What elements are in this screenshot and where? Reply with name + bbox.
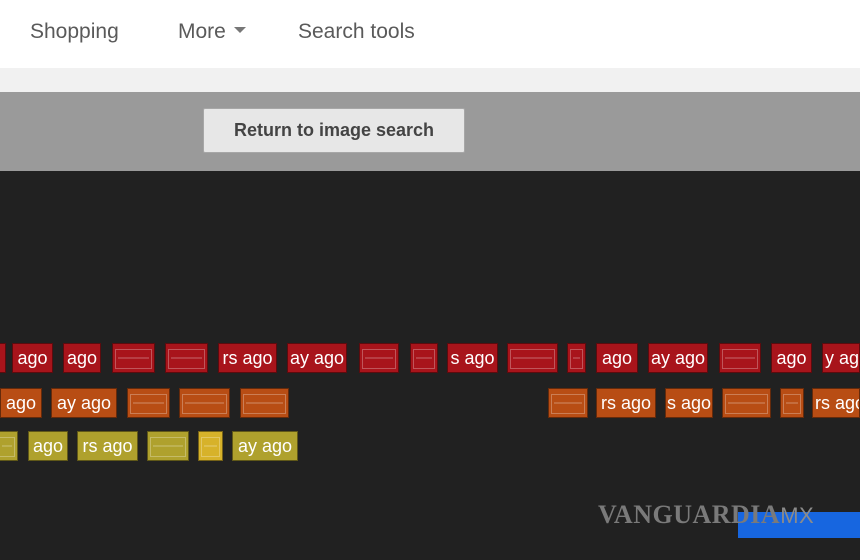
timeline-thumbnail[interactable] <box>548 388 588 418</box>
timeline-label[interactable]: ago <box>771 343 812 373</box>
timeline-label[interactable]: ay ago <box>287 343 347 373</box>
top-nav: Shopping More Search tools <box>0 0 860 68</box>
timeline-label[interactable]: ago <box>63 343 101 373</box>
watermark-logo: VANGUARDIAMX <box>598 500 814 530</box>
timeline-thumbnail[interactable] <box>127 388 170 418</box>
timeline-label[interactable]: ay ago <box>232 431 298 461</box>
timeline-label[interactable]: rs ago <box>596 388 656 418</box>
timeline-thumbnail[interactable] <box>0 431 18 461</box>
timeline-label[interactable]: rs ago <box>812 388 860 418</box>
timeline-thumbnail[interactable] <box>112 343 155 373</box>
search-tools-link[interactable]: Search tools <box>298 20 415 44</box>
timeline-thumbnail[interactable] <box>0 343 6 373</box>
watermark-suffix: MX <box>780 503 815 528</box>
tab-more-label: More <box>178 20 226 43</box>
timeline-thumbnail[interactable] <box>722 388 771 418</box>
timeline-label[interactable]: rs ago <box>218 343 277 373</box>
tab-more[interactable]: More <box>178 20 246 44</box>
timeline-thumbnail[interactable] <box>567 343 586 373</box>
timeline-thumbnail[interactable] <box>240 388 289 418</box>
timeline-label[interactable]: ago <box>0 388 42 418</box>
caret-down-icon <box>233 27 246 34</box>
timeline-label[interactable]: ago <box>28 431 68 461</box>
timeline-label[interactable]: y ag <box>822 343 860 373</box>
timeline-thumbnail[interactable] <box>410 343 438 373</box>
tab-shopping[interactable]: Shopping <box>30 20 119 44</box>
timeline-label[interactable]: ago <box>596 343 638 373</box>
timeline-label[interactable]: ay ago <box>648 343 708 373</box>
timeline-thumbnail[interactable] <box>165 343 208 373</box>
timeline-label[interactable]: rs ago <box>77 431 138 461</box>
return-to-image-search-button[interactable]: Return to image search <box>203 108 465 153</box>
timeline-thumbnail[interactable] <box>780 388 804 418</box>
timeline-thumbnail[interactable] <box>198 431 223 461</box>
timeline-thumbnail[interactable] <box>719 343 761 373</box>
timeline-thumbnail[interactable] <box>359 343 399 373</box>
timeline-thumbnail[interactable] <box>179 388 230 418</box>
timeline-label[interactable]: ay ago <box>51 388 117 418</box>
timeline-label[interactable]: s ago <box>665 388 713 418</box>
watermark-text: VANGUARDIA <box>598 500 781 529</box>
timeline-label[interactable]: ago <box>12 343 53 373</box>
timeline-thumbnail[interactable] <box>147 431 189 461</box>
divider-strip <box>0 68 860 92</box>
timeline-label[interactable]: s ago <box>447 343 498 373</box>
timeline-thumbnail[interactable] <box>507 343 558 373</box>
